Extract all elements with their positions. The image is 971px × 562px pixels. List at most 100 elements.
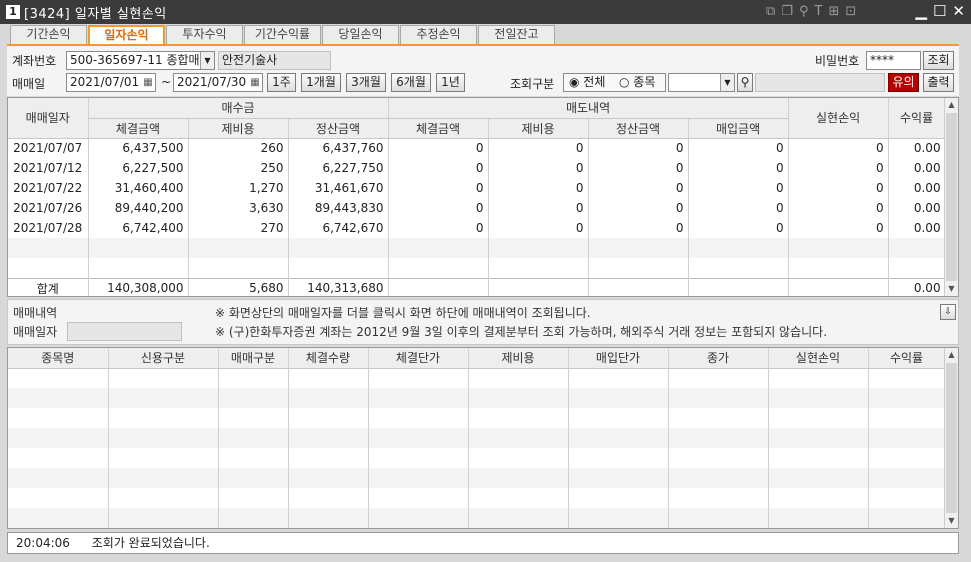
tab-previous-balance[interactable]: 전일잔고 [478, 25, 555, 44]
radio-item[interactable]: ○ 종목 [619, 74, 655, 91]
cell: 0 [588, 178, 689, 198]
date-from-value: 2021/07/01 [70, 75, 140, 89]
cell: 0 [788, 178, 889, 198]
download-icon[interactable]: ⇩ [940, 304, 956, 320]
cell: 0 [688, 138, 789, 158]
cell: 0 [788, 138, 889, 158]
col-item-name: 종목명 [8, 348, 109, 369]
radio-item-label: 종목 [633, 75, 656, 89]
tab-daily-profit[interactable]: 일자손익 [88, 25, 165, 44]
table-row[interactable]: 2021/07/07 6,437,500 260 6,437,760 0 0 0… [8, 138, 946, 158]
tab-period-return[interactable]: 기간수익률 [244, 25, 321, 44]
top-grid-scrollbar[interactable]: ▲ ▼ [944, 98, 958, 296]
chevron-down-icon[interactable]: ▼ [200, 52, 214, 69]
total-cell [788, 277, 889, 296]
empty-row [8, 258, 946, 278]
cell: 0 [788, 158, 889, 178]
chevron-down-icon[interactable]: ▼ [720, 74, 734, 91]
calendar-icon[interactable]: ▦ [248, 74, 262, 91]
close-icon[interactable]: ✕ [952, 2, 965, 20]
cell: 0 [388, 138, 489, 158]
cell: 0 [388, 218, 489, 238]
total-cell: 140,313,680 [288, 277, 389, 296]
cell: 0 [688, 178, 789, 198]
tab-estimated-profit[interactable]: 추정손익 [400, 25, 477, 44]
col-exec-price: 체결단가 [368, 348, 469, 369]
font-icon[interactable]: T [814, 4, 822, 19]
capture-icon[interactable]: ⊞ [828, 4, 839, 19]
col-realized-profit: 실현손익 [788, 98, 889, 139]
empty-row [8, 388, 946, 408]
date-to-value: 2021/07/30 [177, 75, 247, 89]
col-group-buy: 매수금 [88, 98, 389, 119]
chevron-down-icon[interactable]: ▼ [945, 282, 958, 296]
account-name: 안전기술사 [218, 51, 331, 70]
warning-button[interactable]: 유의 [888, 73, 919, 92]
col-credit-type: 신용구분 [108, 348, 219, 369]
lookup-button[interactable]: 조회 [923, 51, 954, 70]
table-row[interactable]: 2021/07/28 6,742,400 270 6,742,670 0 0 0… [8, 218, 946, 238]
total-row: 합계 140,308,000 5,680 140,313,680 0.00 [8, 277, 946, 296]
password-label: 비밀번호 [815, 54, 860, 68]
tab-investment-return[interactable]: 투자수익 [166, 25, 243, 44]
radio-all[interactable]: ◉ 전체 [569, 74, 605, 91]
cell: 260 [188, 138, 289, 158]
cell: 0.00 [888, 218, 946, 238]
date-from-input[interactable]: 2021/07/01 ▦ [66, 73, 156, 92]
chevron-up-icon[interactable]: ▲ [945, 98, 958, 112]
table-row[interactable]: 2021/07/22 31,460,400 1,270 31,461,670 0… [8, 178, 946, 198]
settings-icon[interactable]: ⊡ [845, 4, 856, 19]
col-trade-date: 매매일자 [8, 98, 89, 139]
print-button[interactable]: 출력 [923, 73, 954, 92]
bottom-grid-scrollbar[interactable]: ▲ ▼ [944, 348, 958, 528]
cell-date: 2021/07/22 [8, 178, 89, 198]
table-row[interactable]: 2021/07/26 89,440,200 3,630 89,443,830 0… [8, 198, 946, 218]
cell: 0 [388, 158, 489, 178]
link-icon[interactable]: ⧉ [766, 4, 775, 19]
col-return-rate: 수익률 [888, 98, 946, 139]
col-sell-fees: 제비용 [488, 118, 589, 139]
minimize-icon[interactable]: ▁ [915, 2, 927, 20]
query-panel: 계좌번호 500-365697-11 종합매매 ▼ 안전기술사 비밀번호 ***… [7, 44, 959, 96]
tab-period-profit[interactable]: 기간손익 [10, 25, 87, 44]
cell: 0 [688, 158, 789, 178]
col-purchase-amount: 매입금액 [688, 118, 789, 139]
period-1month-button[interactable]: 1개월 [301, 73, 341, 92]
period-6month-button[interactable]: 6개월 [391, 73, 431, 92]
period-3month-button[interactable]: 3개월 [346, 73, 386, 92]
calendar-icon[interactable]: ▦ [141, 74, 155, 91]
password-input[interactable]: **** [866, 51, 921, 70]
item-code-input[interactable]: ▼ [668, 73, 735, 92]
total-cell: 5,680 [188, 277, 289, 296]
account-select[interactable]: 500-365697-11 종합매매 ▼ [66, 51, 215, 70]
empty-row [8, 238, 946, 258]
search-icon[interactable]: ⚲ [737, 73, 753, 92]
empty-row [8, 368, 946, 388]
col-sell-settle-amount: 정산금액 [588, 118, 689, 139]
cell: 0 [488, 218, 589, 238]
copy-icon[interactable]: ❐ [781, 4, 793, 19]
chevron-down-icon[interactable]: ▼ [945, 514, 958, 528]
scroll-thumb[interactable] [946, 363, 957, 513]
cell: 0.00 [888, 198, 946, 218]
col-realized-profit: 실현손익 [768, 348, 869, 369]
scroll-thumb[interactable] [946, 113, 957, 281]
period-1year-button[interactable]: 1년 [436, 73, 465, 92]
view-type-radio-group: ◉ 전체 ○ 종목 [563, 73, 666, 92]
cell: 0.00 [888, 158, 946, 178]
chevron-up-icon[interactable]: ▲ [945, 348, 958, 362]
cell: 6,742,670 [288, 218, 389, 238]
date-to-input[interactable]: 2021/07/30 ▦ [173, 73, 263, 92]
total-label: 합계 [8, 277, 89, 296]
period-1week-button[interactable]: 1주 [267, 73, 296, 92]
empty-row [8, 448, 946, 468]
table-row[interactable]: 2021/07/12 6,227,500 250 6,227,750 0 0 0… [8, 158, 946, 178]
pin-icon[interactable]: ⚲ [799, 4, 809, 19]
daily-profit-grid: 매매일자 매수금 매도내역 실현손익 수익률 체결금액 제비용 정산금액 체결금… [7, 97, 959, 297]
empty-row [8, 488, 946, 508]
tab-today-profit[interactable]: 당일손익 [322, 25, 399, 44]
maximize-icon[interactable]: ☐ [933, 2, 946, 20]
cell: 6,227,750 [288, 158, 389, 178]
col-group-sell: 매도내역 [388, 98, 789, 119]
item-name-display [755, 73, 885, 92]
